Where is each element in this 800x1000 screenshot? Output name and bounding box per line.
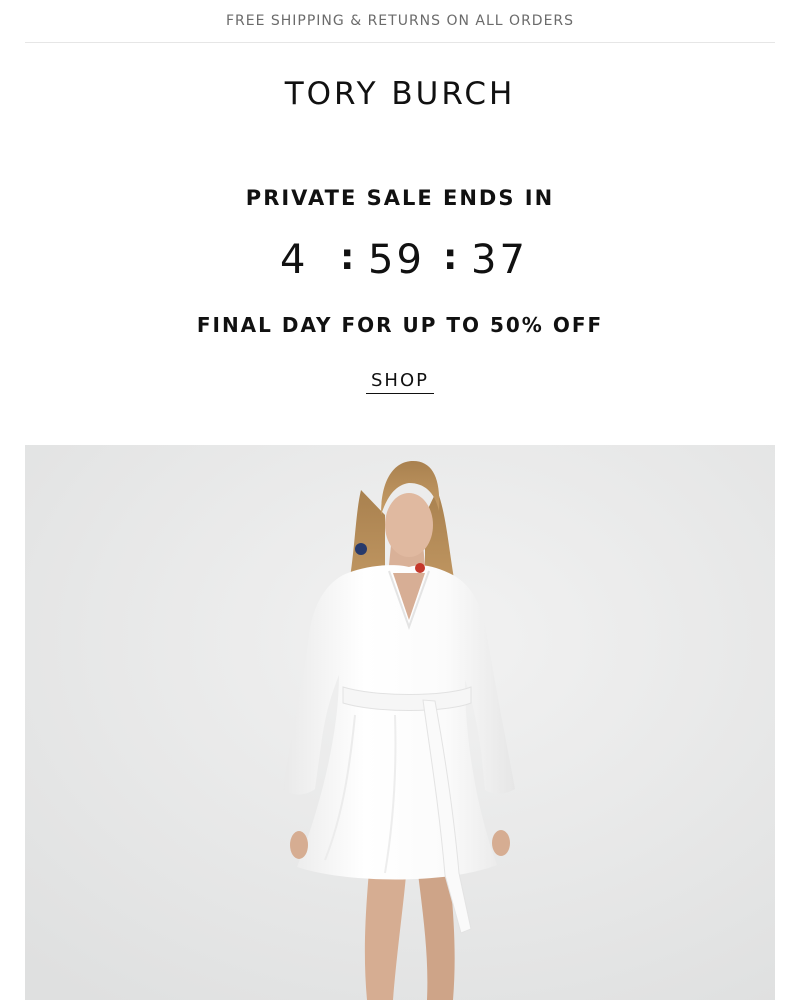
final-day-text: FINAL DAY FOR UP TO 50% OFF bbox=[196, 313, 604, 337]
countdown-seconds: 37 bbox=[471, 237, 528, 283]
countdown-minutes: 59 bbox=[368, 237, 425, 283]
shop-link[interactable]: SHOP bbox=[366, 370, 434, 394]
countdown-timer: 4 : 59 : 37 bbox=[0, 234, 800, 286]
brand-logo[interactable]: TORY BURCH bbox=[0, 76, 800, 112]
model-photo bbox=[25, 445, 775, 1000]
countdown-separator: : bbox=[443, 237, 458, 278]
countdown-hours: 4 bbox=[280, 237, 309, 283]
sale-heading: PRIVATE SALE ENDS IN bbox=[245, 186, 555, 210]
free-shipping-banner[interactable]: FREE SHIPPING & RETURNS ON ALL ORDERS bbox=[25, 0, 775, 43]
countdown-separator: : bbox=[340, 237, 355, 278]
hero-image[interactable] bbox=[25, 445, 775, 1000]
free-shipping-text: FREE SHIPPING & RETURNS ON ALL ORDERS bbox=[225, 13, 575, 29]
